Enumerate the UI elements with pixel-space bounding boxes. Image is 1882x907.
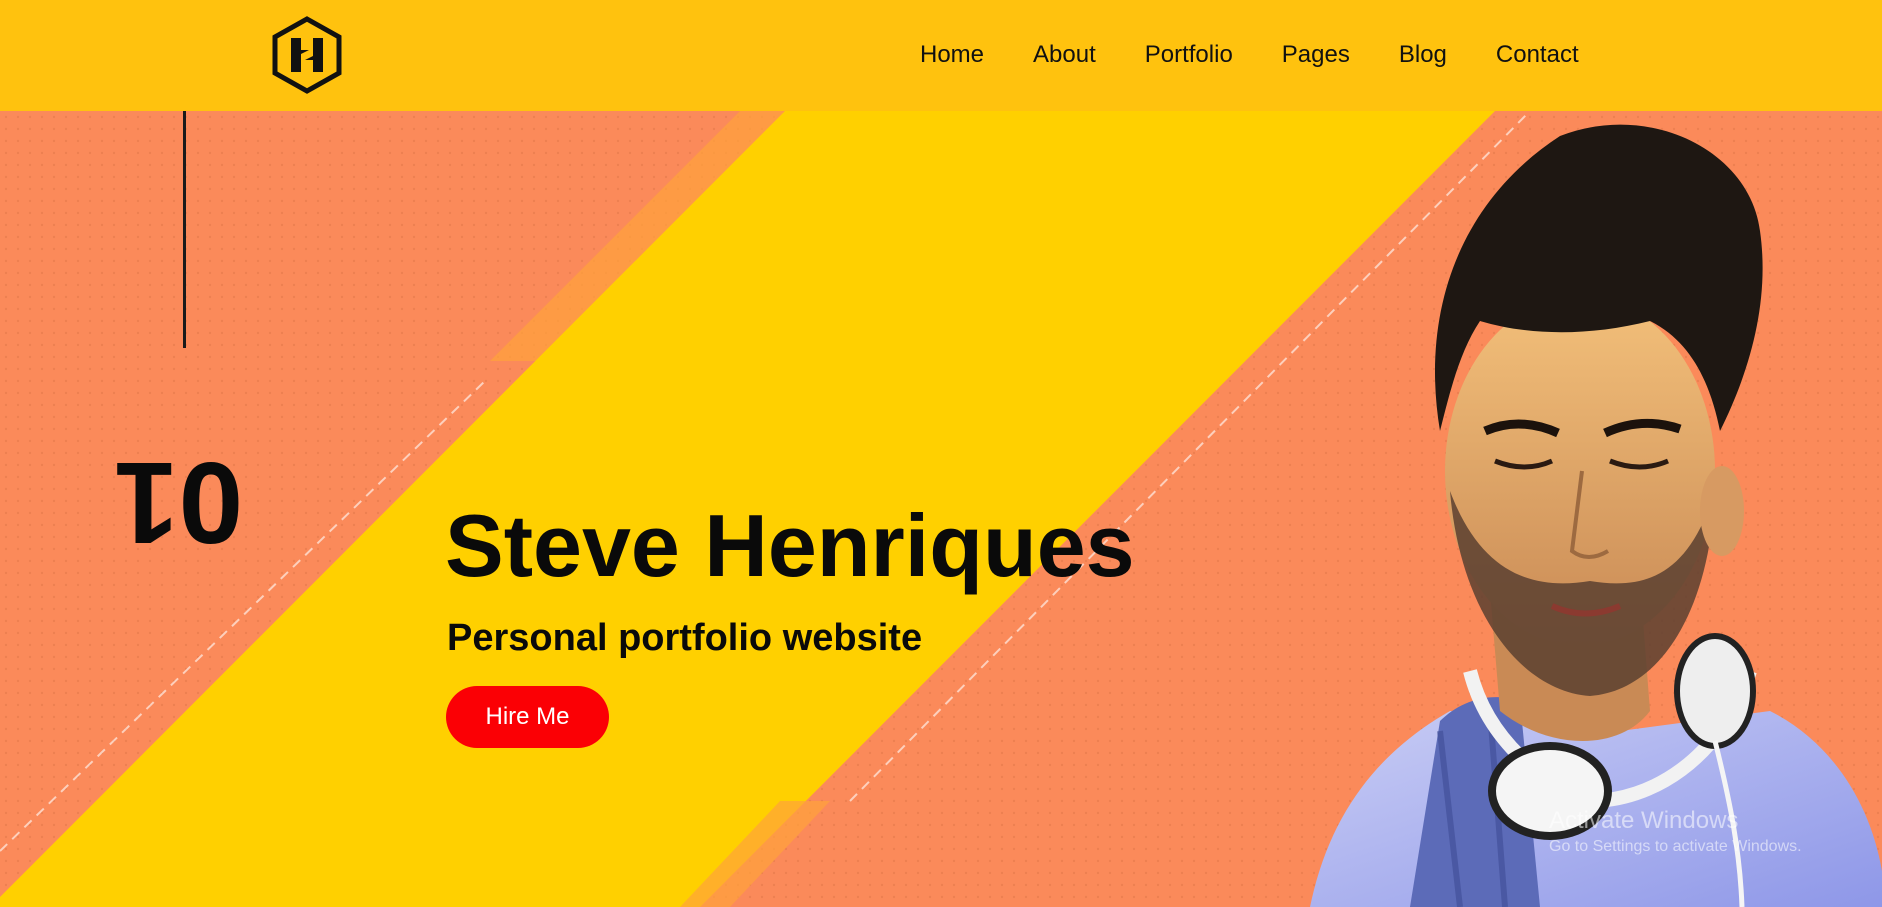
- windows-activation-watermark: Activate Windows Go to Settings to activ…: [1549, 806, 1802, 858]
- watermark-subtitle: Go to Settings to activate Windows.: [1549, 838, 1802, 855]
- hire-me-button[interactable]: Hire Me: [446, 686, 609, 748]
- top-navbar: Home About Portfolio Pages Blog Contact: [0, 0, 1882, 111]
- hero-title: Steve Henriques: [445, 496, 1135, 595]
- slide-number: 01: [113, 438, 243, 568]
- nav-about[interactable]: About: [1033, 40, 1096, 70]
- nav-blog[interactable]: Blog: [1399, 40, 1447, 70]
- nav-home[interactable]: Home: [920, 40, 984, 70]
- nav-pages[interactable]: Pages: [1282, 40, 1350, 70]
- hero-subtitle: Personal portfolio website: [447, 617, 923, 659]
- slide-indicator-line: [183, 111, 186, 348]
- nav-contact[interactable]: Contact: [1496, 40, 1579, 70]
- watermark-title: Activate Windows: [1549, 807, 1739, 834]
- nav-portfolio[interactable]: Portfolio: [1145, 40, 1233, 70]
- main-nav: Home About Portfolio Pages Blog Contact: [920, 40, 1628, 70]
- portrait-photo: [1310, 124, 1882, 907]
- hexagon-h-logo-icon[interactable]: [271, 16, 343, 94]
